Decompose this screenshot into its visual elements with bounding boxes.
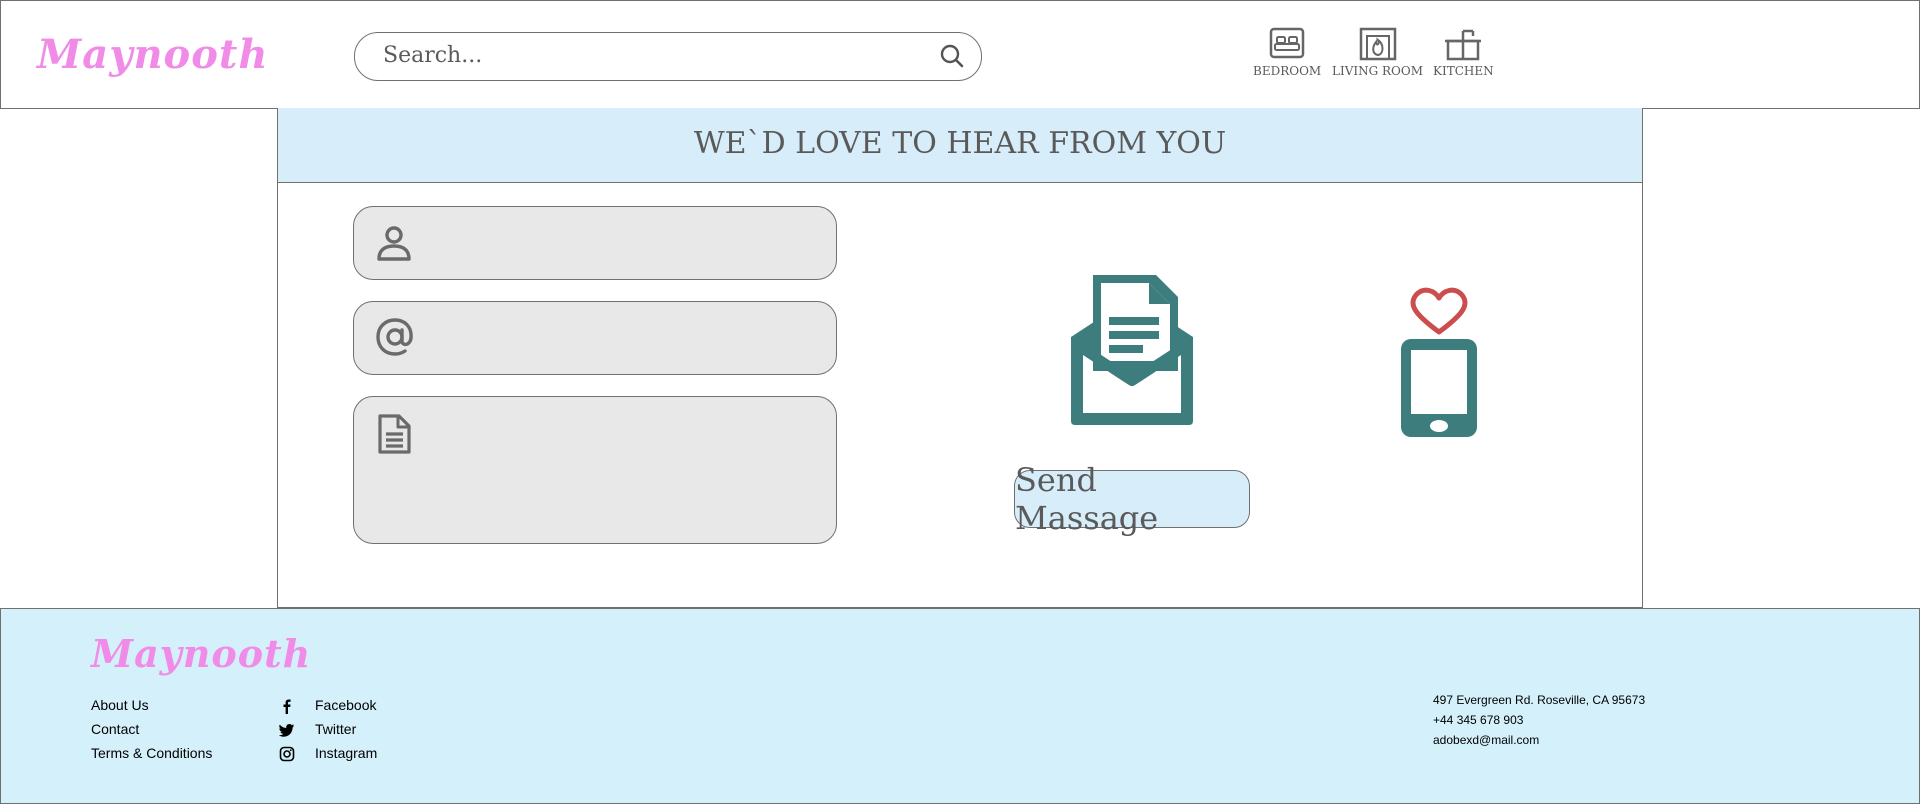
site-footer: Maynooth About Us Contact Terms & Condit…	[0, 608, 1920, 804]
social-link-twitter[interactable]: Twitter	[279, 721, 377, 745]
kitchen-icon	[1445, 29, 1482, 61]
search-input[interactable]: Search...	[383, 43, 482, 68]
social-label: Facebook	[315, 697, 377, 713]
fireplace-icon	[1359, 27, 1396, 61]
message-field[interactable]	[353, 396, 837, 544]
phone-heart-icon	[1401, 287, 1477, 437]
site-header: Maynooth Search... BEDROOM LIVING ROOM K…	[0, 0, 1920, 109]
nav-item-kitchen[interactable]: KITCHEN	[1433, 27, 1494, 78]
footer-link-about[interactable]: About Us	[91, 697, 212, 721]
phone-text[interactable]: +44 345 678 903	[1433, 713, 1645, 733]
facebook-icon	[283, 699, 291, 714]
document-icon	[378, 414, 411, 454]
social-label: Twitter	[315, 721, 357, 737]
address-text: 497 Evergreen Rd. Roseville, CA 95673	[1433, 693, 1646, 707]
footer-links: About Us Contact Terms & Conditions	[91, 697, 212, 769]
nav-item-living-room[interactable]: LIVING ROOM	[1332, 27, 1423, 78]
footer-link-contact[interactable]: Contact	[91, 721, 212, 745]
person-icon	[377, 226, 411, 261]
nav-item-bedroom[interactable]: BEDROOM	[1253, 27, 1321, 78]
email-field[interactable]	[353, 301, 837, 375]
nav-label: KITCHEN	[1433, 64, 1494, 78]
search-icon[interactable]	[939, 43, 965, 69]
contact-info: 497 Evergreen Rd. Roseville, CA 95673 +4…	[1433, 693, 1645, 753]
social-link-facebook[interactable]: Facebook	[279, 697, 377, 721]
email-text[interactable]: adobexd@mail.com	[1433, 733, 1645, 753]
search-bar[interactable]: Search...	[354, 32, 982, 81]
bed-icon	[1269, 27, 1305, 59]
social-link-instagram[interactable]: Instagram	[279, 745, 377, 769]
social-links: Facebook Twitter Instagram	[279, 697, 377, 769]
at-sign-icon	[376, 318, 413, 356]
footer-link-terms[interactable]: Terms & Conditions	[91, 745, 212, 769]
contact-header: WE`D LOVE TO HEAR FROM YOU	[278, 108, 1642, 183]
social-label: Instagram	[315, 745, 378, 761]
envelope-letter-icon	[1071, 275, 1193, 425]
nav-label: LIVING ROOM	[1332, 64, 1424, 78]
name-field[interactable]	[353, 206, 837, 280]
nav-label: BEDROOM	[1253, 64, 1322, 78]
send-button[interactable]: Send Massage	[1014, 461, 1250, 537]
instagram-icon	[279, 746, 295, 762]
page-title: WE`D LOVE TO HEAR FROM YOU	[693, 126, 1227, 161]
brand-logo[interactable]: Maynooth	[37, 31, 268, 78]
twitter-icon	[279, 724, 294, 737]
contact-panel: WE`D LOVE TO HEAR FROM YOU Send Massage	[277, 108, 1643, 608]
footer-logo[interactable]: Maynooth	[91, 631, 311, 676]
